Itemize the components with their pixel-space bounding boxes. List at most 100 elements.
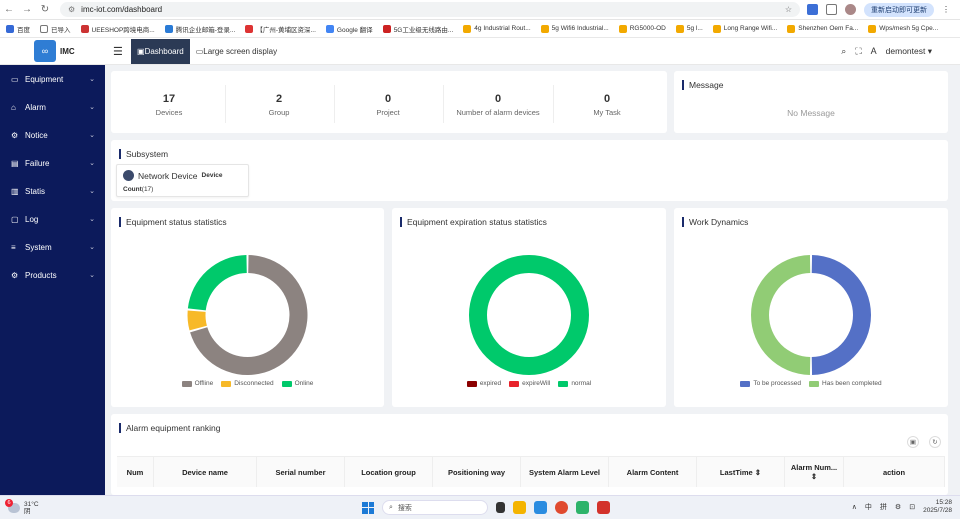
donut-slice-normal[interactable] bbox=[468, 255, 589, 375]
tray-up-icon[interactable]: ∧ bbox=[852, 503, 857, 511]
browser-app-icon[interactable] bbox=[534, 501, 547, 514]
sort-icon[interactable]: ⇕ bbox=[755, 468, 761, 477]
column-header[interactable]: Device name bbox=[154, 457, 257, 487]
bookmark-item[interactable]: 已导入 bbox=[40, 24, 71, 34]
address-bar[interactable]: ⚙ imc-iot.com/dashboard ☆ bbox=[60, 2, 800, 17]
profile-avatar[interactable] bbox=[845, 4, 856, 15]
sort-icon[interactable]: ⇕ bbox=[811, 472, 817, 481]
search-icon[interactable]: ⌕ bbox=[841, 46, 846, 57]
ime-mode[interactable]: 拼 bbox=[880, 502, 887, 512]
sidebar-item-notice[interactable]: ⚙ Notice ⌄ bbox=[0, 121, 105, 149]
sidebar-item-statis[interactable]: ▥ Statis ⌄ bbox=[0, 177, 105, 205]
stat-my-task[interactable]: 0 My Task bbox=[557, 93, 657, 117]
column-header[interactable]: Serial number bbox=[257, 457, 345, 487]
column-header[interactable]: Location group bbox=[345, 457, 433, 487]
column-header-sortable[interactable]: Alarm Num... ⇕ bbox=[785, 457, 844, 487]
subsystem-item[interactable]: Network Device Device Count(17) bbox=[116, 164, 249, 197]
monitor-icon: ▭ bbox=[11, 74, 19, 84]
legend-item-offline[interactable]: Offline bbox=[181, 380, 213, 387]
legend-item-normal[interactable]: normal bbox=[558, 380, 591, 387]
translate-extension-icon[interactable] bbox=[807, 4, 818, 15]
column-header[interactable]: Num bbox=[117, 457, 154, 487]
sidebar-item-alarm[interactable]: ⌂ Alarm ⌄ bbox=[0, 93, 105, 121]
legend-item-expired[interactable]: expired bbox=[466, 380, 501, 387]
stat-project[interactable]: 0 Project bbox=[338, 93, 438, 117]
column-header-sortable[interactable]: LastTime ⇕ bbox=[697, 457, 785, 487]
donut-slice-online[interactable] bbox=[187, 255, 247, 311]
column-header[interactable]: Positioning way bbox=[433, 457, 521, 487]
donut-slice-has-been-completed[interactable] bbox=[750, 255, 811, 375]
settings-icon[interactable]: ⚙ bbox=[895, 503, 901, 511]
browser-menu-icon[interactable]: ⋮ bbox=[942, 5, 950, 14]
bookmark-item[interactable]: 5G工业级无线路由... bbox=[382, 24, 453, 34]
reload-icon[interactable]: ↻ bbox=[36, 4, 54, 15]
chart-legend: To be processed Has been completed bbox=[674, 380, 948, 387]
bookmark-item[interactable]: 腾讯企业邮箱-登录... bbox=[164, 24, 235, 34]
save-icon[interactable]: ▣ bbox=[907, 436, 919, 448]
windows-start-icon[interactable] bbox=[362, 501, 374, 514]
donut-slice-to-be-processed[interactable] bbox=[811, 255, 872, 375]
fullscreen-icon[interactable]: ⛶ bbox=[855, 46, 861, 57]
tab-large-screen[interactable]: ▭Large screen display bbox=[196, 47, 277, 56]
site-icon bbox=[540, 24, 549, 33]
weather-widget[interactable]: 6 31°C 阴 bbox=[0, 498, 39, 515]
file-explorer-icon[interactable] bbox=[513, 501, 526, 514]
forward-icon[interactable]: → bbox=[18, 4, 36, 15]
taskbar-search[interactable]: ⌕ 搜索 bbox=[382, 500, 488, 515]
legend-swatch bbox=[221, 380, 232, 387]
bookmark-item[interactable]: Google 翻译 bbox=[325, 24, 373, 34]
sidebar-item-products[interactable]: ⚙ Products ⌄ bbox=[0, 261, 105, 289]
refresh-icon[interactable]: ↻ bbox=[929, 436, 941, 448]
bookmark-item[interactable]: Shenzhen Oem Fa... bbox=[787, 24, 858, 33]
back-icon[interactable]: ← bbox=[0, 4, 18, 15]
sidebar-item-failure[interactable]: ▤ Failure ⌄ bbox=[0, 149, 105, 177]
bookmarks-bar: 百度 已导入 UEESHOP跨境电商... 腾讯企业邮箱-登录... 【广州-黄… bbox=[0, 20, 960, 38]
donut-slice-disconnected[interactable] bbox=[187, 310, 207, 331]
bookmark-star-icon[interactable]: ☆ bbox=[785, 5, 792, 14]
clock[interactable]: 15:28 2025/7/28 bbox=[923, 499, 952, 515]
legend-item-completed[interactable]: Has been completed bbox=[809, 380, 882, 387]
user-menu[interactable]: demontest ▾ bbox=[886, 46, 932, 57]
bookmark-item[interactable]: Long Range Wifi... bbox=[712, 24, 777, 33]
bookmark-item[interactable]: 【广州-黄埔区资深... bbox=[245, 24, 316, 34]
bookmark-item[interactable]: UEESHOP跨境电商... bbox=[80, 24, 155, 34]
bookmark-item[interactable]: 5g Wifi6 Industrial... bbox=[540, 24, 609, 33]
sidebar-item-equipment[interactable]: ▭ Equipment ⌄ bbox=[0, 65, 105, 93]
stat-alarm-devices[interactable]: 0 Number of alarm devices bbox=[448, 93, 548, 117]
site-icon bbox=[382, 24, 391, 33]
bookmark-item[interactable]: 5g l... bbox=[675, 24, 703, 33]
legend-item-to-be-processed[interactable]: To be processed bbox=[740, 380, 801, 387]
task-view-icon[interactable] bbox=[496, 502, 505, 513]
stat-devices[interactable]: 17 Devices bbox=[119, 93, 219, 117]
legend-item-disconnected[interactable]: Disconnected bbox=[221, 380, 274, 387]
logo-icon: ∞ bbox=[34, 40, 56, 62]
legend-item-online[interactable]: Online bbox=[281, 380, 313, 387]
update-button[interactable]: 重新启动即可更新 bbox=[864, 2, 934, 17]
sidebar-item-system[interactable]: ≡ System ⌄ bbox=[0, 233, 105, 261]
tab-dashboard[interactable]: ▣ Dashboard bbox=[131, 38, 190, 64]
bookmark-item[interactable]: 4g Industrial Rout... bbox=[463, 24, 531, 33]
chart-legend: expired expireWill normal bbox=[392, 380, 666, 387]
network-icon[interactable]: ⊡ bbox=[909, 503, 915, 511]
bookmark-item[interactable]: RG5000-OD bbox=[618, 24, 666, 33]
column-header[interactable]: action bbox=[844, 457, 945, 487]
bookmark-item[interactable]: 百度 bbox=[6, 24, 30, 34]
ime-indicator[interactable]: 中 bbox=[865, 502, 872, 512]
chrome-icon[interactable] bbox=[555, 501, 568, 514]
wps-icon[interactable] bbox=[597, 501, 610, 514]
stat-group[interactable]: 2 Group bbox=[229, 93, 329, 117]
site-info-icon[interactable]: ⚙ bbox=[68, 5, 75, 14]
extensions-icon[interactable] bbox=[826, 4, 837, 15]
card-title: Subsystem bbox=[119, 149, 168, 159]
sidebar-item-log[interactable]: ▢ Log ⌄ bbox=[0, 205, 105, 233]
column-header[interactable]: Alarm Content bbox=[609, 457, 697, 487]
menu-toggle-icon[interactable]: ☰ bbox=[113, 45, 127, 58]
folder-icon bbox=[40, 24, 48, 33]
column-header[interactable]: System Alarm Level bbox=[521, 457, 609, 487]
log-icon: ▢ bbox=[11, 214, 19, 224]
chevron-down-icon: ⌄ bbox=[89, 160, 95, 167]
bookmark-item[interactable]: Wps/mesh 5g Cpe... bbox=[868, 24, 938, 33]
wechat-icon[interactable] bbox=[576, 501, 589, 514]
font-size-icon[interactable]: A bbox=[871, 46, 877, 56]
legend-item-expirewill[interactable]: expireWill bbox=[509, 380, 550, 387]
